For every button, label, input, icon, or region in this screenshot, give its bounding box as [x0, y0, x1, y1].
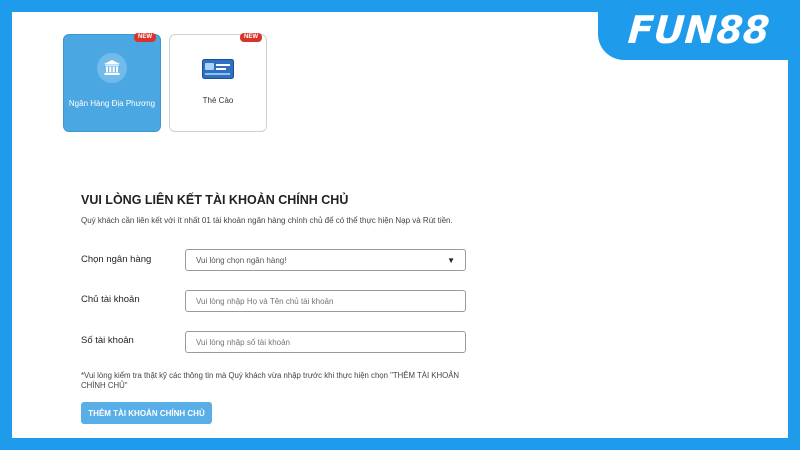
new-badge: NEW: [134, 33, 156, 42]
payment-method-local-bank[interactable]: NEW Ngân Hàng Địa Phương: [63, 33, 161, 132]
bank-select-value: Vui lòng chọn ngân hàng!: [196, 255, 287, 265]
account-holder-label: Chủ tài khoản: [81, 294, 140, 305]
new-badge: NEW: [240, 33, 262, 42]
form-description: Quý khách cần liên kết với ít nhất 01 tà…: [81, 216, 453, 225]
fun88-logo: FUN88: [626, 8, 772, 52]
payment-method-label: Ngân Hàng Địa Phương: [68, 99, 156, 108]
bank-select[interactable]: Vui lòng chọn ngân hàng! ▼: [185, 249, 466, 271]
account-number-label: Số tài khoản: [81, 335, 134, 346]
logo-container: FUN88: [598, 0, 800, 60]
card-icon: [202, 59, 234, 84]
add-account-button[interactable]: THÊM TÀI KHOẢN CHÍNH CHỦ: [81, 402, 212, 424]
caret-down-icon: ▼: [447, 255, 455, 265]
bank-icon: [97, 53, 127, 83]
verification-note: *Vui lòng kiểm tra thật kỹ các thông tin…: [81, 371, 460, 390]
account-holder-input[interactable]: [185, 290, 466, 312]
bank-select-label: Chọn ngân hàng: [81, 254, 152, 265]
payment-method-scratch-card[interactable]: NEW Thẻ Cào: [169, 33, 267, 132]
payment-method-label: Thẻ Cào: [202, 96, 234, 105]
account-number-input[interactable]: [185, 331, 466, 353]
form-title: VUI LÒNG LIÊN KẾT TÀI KHOẢN CHÍNH CHỦ: [81, 193, 349, 207]
